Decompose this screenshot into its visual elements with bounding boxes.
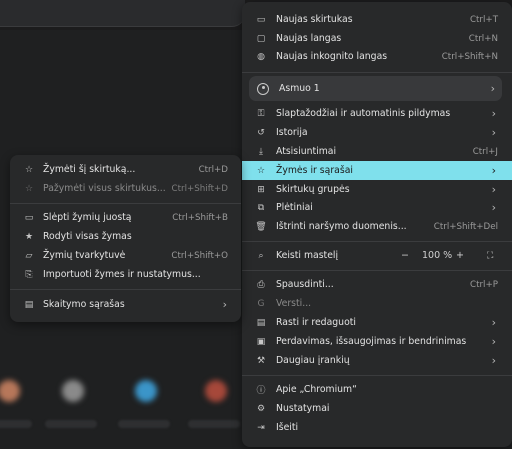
submenu-item-import[interactable]: ⎘ Importuoti žymes ir nustatymus... xyxy=(10,265,241,284)
bookmark-all-icon: ☆ xyxy=(24,183,34,194)
menu-item-print[interactable]: ⎙ Spausdinti... Ctrl+P xyxy=(242,275,512,294)
share-icon: ▣ xyxy=(256,336,266,347)
submenu-item-hide-bar[interactable]: ▭ Slėpti žymių juostą Ctrl+Shift+B xyxy=(10,208,241,227)
chevron-right-icon: › xyxy=(491,201,496,214)
menu-item-cast-save[interactable]: ▣ Perdavimas, išsaugojimas ir bendrinima… xyxy=(242,332,512,351)
shortcut-tile-icon[interactable] xyxy=(135,380,157,402)
menu-divider xyxy=(242,270,512,271)
printer-icon: ⎙ xyxy=(257,279,265,290)
fullscreen-icon[interactable]: ⛶ xyxy=(487,251,493,261)
shortcut-tile-icon[interactable] xyxy=(62,380,84,402)
menu-item-extensions[interactable]: ⧉ Plėtiniai › xyxy=(242,198,512,217)
chevron-right-icon: › xyxy=(222,298,227,311)
menu-item-find-edit[interactable]: ▤ Rasti ir redaguoti › xyxy=(242,313,512,332)
history-icon: ↺ xyxy=(257,127,265,138)
exit-icon: ⇥ xyxy=(257,422,265,433)
reading-list-icon: ▤ xyxy=(24,299,34,310)
new-tab-icon: ▭ xyxy=(256,14,266,25)
new-window-icon: ▢ xyxy=(256,33,266,44)
zoom-in-button[interactable]: + xyxy=(456,250,464,261)
menu-item-exit[interactable]: ⇥ Išeiti xyxy=(242,418,512,437)
menu-item-new-incognito[interactable]: ◍ Naujas inkognito langas Ctrl+Shift+N xyxy=(242,47,512,66)
shortcut-tile-icon[interactable] xyxy=(205,380,227,402)
menu-item-new-window[interactable]: ▢ Naujas langas Ctrl+N xyxy=(242,29,512,48)
menu-divider xyxy=(242,375,512,376)
submenu-item-reading-list[interactable]: ▤ Skaitymo sąrašas › xyxy=(10,295,241,314)
find-icon: ▤ xyxy=(256,317,266,328)
puzzle-icon: ⧉ xyxy=(257,202,265,213)
import-icon: ⎘ xyxy=(25,269,33,280)
menu-item-more-tools[interactable]: ⚒ Daugiau įrankių › xyxy=(242,351,512,370)
shortcut-tile-label xyxy=(45,420,97,428)
gear-icon: ⚙ xyxy=(256,403,266,414)
info-icon: ⓘ xyxy=(256,386,266,396)
star-icon: ☆ xyxy=(256,165,266,176)
menu-item-bookmarks[interactable]: ☆ Žymės ir sąrašai › xyxy=(242,161,512,180)
trash-icon: 🗑 xyxy=(255,221,267,232)
menu-item-settings[interactable]: ⚙ Nustatymai xyxy=(242,399,512,418)
address-bar[interactable] xyxy=(0,0,245,27)
menu-divider xyxy=(10,203,241,204)
menu-item-about[interactable]: ⓘ Apie „Chromium“ xyxy=(242,380,512,399)
translate-icon: G xyxy=(257,298,265,309)
chrome-main-menu: ▭ Naujas skirtukas Ctrl+T ▢ Naujas langa… xyxy=(242,2,512,447)
menu-item-passwords[interactable]: ⚿ Slaptažodžiai ir automatinis pildymas … xyxy=(242,104,512,123)
bookmark-bar-icon: ▭ xyxy=(24,212,34,223)
submenu-item-manager[interactable]: ▱ Žymių tvarkytuvė Ctrl+Shift+O xyxy=(10,246,241,265)
menu-item-history[interactable]: ↺ Istorija › xyxy=(242,123,512,142)
zoom-icon: ⌕ xyxy=(258,250,264,261)
shortcut-tile-label xyxy=(0,420,32,428)
menu-divider xyxy=(242,241,512,242)
star-icon: ☆ xyxy=(24,164,34,175)
toolbox-icon: ⚒ xyxy=(256,355,266,366)
key-icon: ⚿ xyxy=(257,108,265,119)
profile-button[interactable]: Asmuo 1 › xyxy=(249,76,502,101)
menu-item-tab-groups[interactable]: ⊞ Skirtukų grupės › xyxy=(242,180,512,199)
chevron-right-icon: › xyxy=(491,354,496,367)
chevron-right-icon: › xyxy=(491,316,496,329)
download-icon: ⤓ xyxy=(259,146,263,157)
menu-divider xyxy=(10,289,241,290)
menu-item-new-tab[interactable]: ▭ Naujas skirtukas Ctrl+T xyxy=(242,10,512,29)
account-icon xyxy=(257,82,269,95)
chevron-right-icon: › xyxy=(490,82,495,95)
submenu-item-bookmark-all[interactable]: ☆ Pažymėti visus skirtukus... Ctrl+Shift… xyxy=(10,179,241,198)
chevron-right-icon: › xyxy=(491,183,496,196)
incognito-icon: ◍ xyxy=(257,51,265,62)
star-icon: ★ xyxy=(24,231,34,242)
folder-icon: ▱ xyxy=(25,250,33,261)
menu-divider xyxy=(242,72,512,73)
shortcut-tile-label xyxy=(118,420,170,428)
zoom-out-button[interactable]: − xyxy=(401,250,409,261)
zoom-level: 100 % xyxy=(422,250,453,261)
menu-item-downloads[interactable]: ⤓ Atsisiuntimai Ctrl+J xyxy=(242,142,512,161)
chevron-right-icon: › xyxy=(491,126,496,139)
menu-item-zoom: ⌕ Keisti mastelį − 100 % + ⛶ xyxy=(242,246,512,265)
menu-item-translate[interactable]: G Versti... xyxy=(242,294,512,313)
chevron-right-icon: › xyxy=(491,107,496,120)
tab-groups-icon: ⊞ xyxy=(257,184,265,195)
menu-item-clear-data[interactable]: 🗑 Ištrinti naršymo duomenis... Ctrl+Shif… xyxy=(242,217,512,236)
chevron-right-icon: › xyxy=(491,164,496,177)
submenu-item-bookmark-tab[interactable]: ☆ Žymėti šį skirtuką... Ctrl+D xyxy=(10,160,241,179)
chevron-right-icon: › xyxy=(491,335,496,348)
shortcut-tile-label xyxy=(188,420,240,428)
submenu-item-show-all[interactable]: ★ Rodyti visas žymas xyxy=(10,227,241,246)
bookmarks-submenu: ☆ Žymėti šį skirtuką... Ctrl+D ☆ Pažymėt… xyxy=(10,155,241,322)
